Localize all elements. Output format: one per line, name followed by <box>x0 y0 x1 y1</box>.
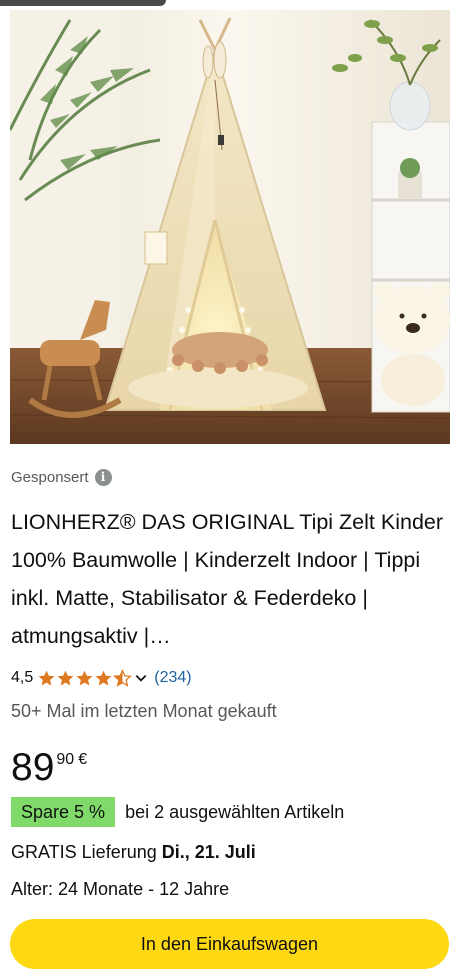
bought-count-text: 50+ Mal im letzten Monat gekauft <box>11 701 277 721</box>
sponsored-label[interactable]: Gesponsert i <box>11 466 112 488</box>
star-icon <box>95 670 112 686</box>
coupon-row: Spare 5 % bei 2 ausgewählten Artikeln <box>11 797 344 827</box>
star-icon <box>76 670 93 686</box>
price: 89 90 € <box>11 746 87 790</box>
star-half-icon <box>113 668 133 687</box>
delivery-date: Di., 21. Juli <box>161 842 256 862</box>
product-image[interactable] <box>10 10 450 444</box>
save-text: bei 2 ausgewählten Artikeln <box>125 801 345 822</box>
status-overlay-bar <box>0 0 166 6</box>
sponsored-text: Gesponsert <box>11 468 89 486</box>
rating-row[interactable]: 4,5 (234) <box>11 665 192 691</box>
price-currency: € <box>78 751 88 768</box>
age-range: Alter: 24 Monate - 12 Jahre <box>11 879 230 899</box>
star-icon <box>38 670 55 686</box>
rating-stars[interactable] <box>37 668 154 688</box>
review-count-link[interactable]: (234) <box>154 669 191 687</box>
delivery-prefix: GRATIS Lieferung <box>11 842 162 862</box>
save-badge: Spare 5 % <box>11 797 116 827</box>
rating-value: 4,5 <box>11 669 34 686</box>
add-to-cart-button[interactable]: In den Einkaufswagen <box>10 919 449 969</box>
price-whole: 89 <box>11 746 55 789</box>
product-image-illustration <box>10 10 450 444</box>
info-icon[interactable]: i <box>94 468 112 486</box>
delivery-info: GRATIS Lieferung Di., 21. Juli <box>11 842 256 863</box>
chevron-down-icon[interactable] <box>134 671 148 685</box>
price-fraction: 90 <box>56 751 75 768</box>
star-icon <box>57 670 74 686</box>
product-title[interactable]: LIONHERZ® DAS ORIGINAL Tipi Zelt Kinder … <box>11 503 451 655</box>
